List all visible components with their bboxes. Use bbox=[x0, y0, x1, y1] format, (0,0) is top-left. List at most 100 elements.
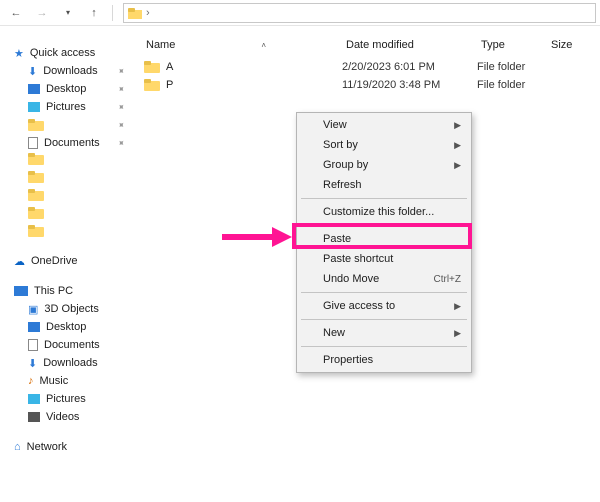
navigation-pane: ★ Quick access ⬇ Downloads ✦ Desktop ✦ P… bbox=[0, 36, 135, 502]
ctx-paste[interactable]: Paste bbox=[299, 229, 469, 249]
cube-icon: ▣ bbox=[28, 303, 38, 316]
chevron-right-icon: ▶ bbox=[454, 328, 461, 339]
folder-icon[interactable] bbox=[28, 152, 48, 168]
ctx-label: Give access to bbox=[323, 300, 454, 312]
sidebar-item-documents-pc[interactable]: Documents bbox=[0, 336, 135, 354]
sidebar-item-desktop-pc[interactable]: Desktop bbox=[0, 318, 135, 336]
desktop-icon bbox=[28, 322, 40, 332]
folder-icon bbox=[144, 78, 160, 92]
column-type[interactable]: Type bbox=[475, 36, 545, 54]
documents-icon bbox=[28, 137, 38, 149]
file-list[interactable]: A 2/20/2023 6:01 PM File folder P 11/19/… bbox=[140, 58, 600, 94]
folder-icon[interactable] bbox=[28, 224, 48, 240]
ctx-paste-shortcut[interactable]: Paste shortcut bbox=[299, 249, 469, 269]
ctx-sort-by[interactable]: Sort by ▶ bbox=[299, 135, 469, 155]
file-name: A bbox=[166, 61, 342, 73]
sidebar-item-label: Music bbox=[40, 375, 69, 387]
folder-icon[interactable] bbox=[28, 188, 48, 204]
sidebar-item-label: This PC bbox=[34, 285, 73, 297]
network-icon: ⌂ bbox=[14, 441, 21, 453]
ctx-properties[interactable]: Properties bbox=[299, 350, 469, 370]
file-type: File folder bbox=[477, 61, 557, 73]
forward-button[interactable]: → bbox=[30, 2, 54, 24]
ctx-refresh[interactable]: Refresh bbox=[299, 175, 469, 195]
sidebar-item-label: Pictures bbox=[46, 393, 86, 405]
sidebar-item-label: Network bbox=[27, 441, 67, 453]
sidebar-item-downloads-pc[interactable]: ⬇ Downloads bbox=[0, 354, 135, 372]
sidebar-item-folder-pinned[interactable]: ✦ bbox=[0, 116, 135, 134]
sidebar-item-pictures-pc[interactable]: Pictures bbox=[0, 390, 135, 408]
address-bar[interactable]: › bbox=[123, 3, 596, 23]
pin-icon: ✦ bbox=[115, 64, 128, 77]
ctx-separator bbox=[301, 319, 467, 320]
monitor-icon bbox=[14, 286, 28, 296]
pictures-icon bbox=[28, 102, 40, 112]
file-row[interactable]: P 11/19/2020 3:48 PM File folder bbox=[140, 76, 600, 94]
download-icon: ⬇ bbox=[28, 65, 37, 78]
column-date[interactable]: Date modified bbox=[340, 36, 475, 54]
pictures-icon bbox=[28, 394, 40, 404]
ctx-separator bbox=[301, 225, 467, 226]
music-icon: ♪ bbox=[28, 375, 34, 387]
sidebar-item-label: Desktop bbox=[46, 321, 86, 333]
toolbar: ← → ▾ ↑ › bbox=[0, 0, 600, 26]
sidebar-item-this-pc[interactable]: This PC bbox=[0, 282, 135, 300]
folder-icon[interactable] bbox=[28, 206, 48, 222]
file-date: 2/20/2023 6:01 PM bbox=[342, 61, 477, 73]
chevron-right-icon: ▶ bbox=[454, 301, 461, 312]
folder-icon bbox=[128, 7, 142, 19]
ctx-give-access-to[interactable]: Give access to ▶ bbox=[299, 296, 469, 316]
folder-icon bbox=[144, 60, 160, 74]
file-row[interactable]: A 2/20/2023 6:01 PM File folder bbox=[140, 58, 600, 76]
sidebar-item-label: Videos bbox=[46, 411, 79, 423]
ctx-label: Customize this folder... bbox=[323, 206, 461, 218]
ctx-view[interactable]: View ▶ bbox=[299, 115, 469, 135]
column-name[interactable]: Name ˄ bbox=[140, 36, 340, 54]
back-button[interactable]: ← bbox=[4, 2, 28, 24]
sidebar-item-onedrive[interactable]: ☁ OneDrive bbox=[0, 252, 135, 270]
ctx-label: View bbox=[323, 119, 454, 131]
column-headers: Name ˄ Date modified Type Size bbox=[140, 36, 600, 54]
sidebar-item-desktop[interactable]: Desktop ✦ bbox=[0, 80, 135, 98]
ctx-label: Group by bbox=[323, 159, 454, 171]
ctx-undo-move[interactable]: Undo Move Ctrl+Z bbox=[299, 269, 469, 289]
sidebar-item-3d-objects[interactable]: ▣ 3D Objects bbox=[0, 300, 135, 318]
sidebar-item-documents[interactable]: Documents ✦ bbox=[0, 134, 135, 152]
annotation-arrow bbox=[220, 225, 292, 249]
ctx-label: Refresh bbox=[323, 179, 461, 191]
context-menu: View ▶ Sort by ▶ Group by ▶ Refresh Cust… bbox=[296, 112, 472, 373]
folder-icon[interactable] bbox=[28, 170, 48, 186]
column-size[interactable]: Size bbox=[545, 36, 600, 54]
ctx-label: Paste shortcut bbox=[323, 253, 461, 265]
file-name: P bbox=[166, 79, 342, 91]
pin-icon: ✦ bbox=[115, 136, 128, 149]
download-icon: ⬇ bbox=[28, 357, 37, 370]
sidebar-item-label: 3D Objects bbox=[44, 303, 98, 315]
sidebar-item-videos[interactable]: Videos bbox=[0, 408, 135, 426]
ctx-new[interactable]: New ▶ bbox=[299, 323, 469, 343]
ctx-customize-folder[interactable]: Customize this folder... bbox=[299, 202, 469, 222]
ctx-separator bbox=[301, 198, 467, 199]
star-icon: ★ bbox=[14, 47, 24, 60]
pin-icon: ✦ bbox=[115, 118, 128, 131]
ctx-label: New bbox=[323, 327, 454, 339]
sidebar-item-pictures[interactable]: Pictures ✦ bbox=[0, 98, 135, 116]
videos-icon bbox=[28, 412, 40, 422]
sidebar-pinned-folders bbox=[0, 152, 135, 240]
ctx-label: Paste bbox=[323, 233, 461, 245]
sidebar-item-quick-access[interactable]: ★ Quick access bbox=[0, 44, 135, 62]
recent-dropdown[interactable]: ▾ bbox=[56, 2, 80, 24]
up-button[interactable]: ↑ bbox=[82, 2, 106, 24]
ctx-separator bbox=[301, 292, 467, 293]
sidebar-item-downloads[interactable]: ⬇ Downloads ✦ bbox=[0, 62, 135, 80]
ctx-group-by[interactable]: Group by ▶ bbox=[299, 155, 469, 175]
folder-icon bbox=[28, 118, 44, 132]
chevron-right-icon: ▶ bbox=[454, 140, 461, 151]
pin-icon: ✦ bbox=[115, 100, 128, 113]
ctx-label: Sort by bbox=[323, 139, 454, 151]
sidebar-item-network[interactable]: ⌂ Network bbox=[0, 438, 135, 456]
sidebar-item-label: OneDrive bbox=[31, 255, 77, 267]
ctx-label: Undo Move bbox=[323, 273, 434, 285]
chevron-right-icon: ▶ bbox=[454, 160, 461, 171]
sidebar-item-music[interactable]: ♪ Music bbox=[0, 372, 135, 390]
